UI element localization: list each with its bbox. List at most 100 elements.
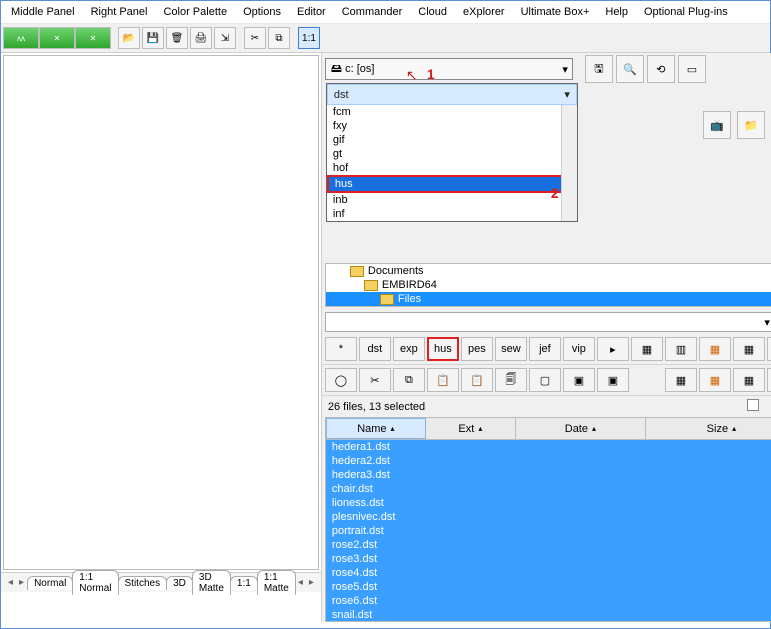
filter-all[interactable]: * <box>325 337 357 361</box>
stack-icon[interactable]: ▣ <box>597 368 629 392</box>
shape-icon[interactable]: ◯ <box>325 368 357 392</box>
stitch-tool-1[interactable]: ᴧᴧ <box>3 27 39 49</box>
filter-sew[interactable]: sew <box>495 337 527 361</box>
folder-button[interactable]: 📁 <box>737 111 765 139</box>
save-icon[interactable]: 💾 <box>142 27 164 49</box>
grid-icon-1[interactable]: ▦ <box>665 368 697 392</box>
column-size[interactable]: Size▴ <box>646 418 771 439</box>
view-icon-2[interactable]: ▥ <box>665 337 697 361</box>
file-list[interactable]: hedera1.dst hedera2.dst hedera3.dst chai… <box>325 440 771 622</box>
file-row[interactable]: plesnivec.dst <box>326 510 771 524</box>
tab-3d[interactable]: 3D <box>166 576 193 590</box>
menu-help[interactable]: Help <box>597 4 636 20</box>
dropdown-item[interactable]: fxy <box>327 119 577 133</box>
file-row[interactable]: rose2.dst <box>326 538 771 552</box>
file-row[interactable]: snail.dst <box>326 608 771 622</box>
grid-icon-3[interactable]: ▦ <box>733 368 765 392</box>
tab-scroll-right2[interactable]: ▸ <box>306 577 317 588</box>
stitch-tool-3[interactable]: ✕ <box>75 27 111 49</box>
stitch-tool-2[interactable]: ✕ <box>39 27 75 49</box>
tab-stitches[interactable]: Stitches <box>118 576 168 590</box>
column-ext[interactable]: Ext▴ <box>426 418 516 439</box>
delete-icon[interactable]: 🗑 <box>166 27 188 49</box>
clipboard-icon[interactable]: 📋 <box>461 368 493 392</box>
view-icon-5[interactable]: ▦ <box>767 337 771 361</box>
filter-dst[interactable]: dst <box>359 337 391 361</box>
dropdown-item[interactable]: fcm <box>327 105 577 119</box>
file-row[interactable]: hedera2.dst <box>326 454 771 468</box>
file-row[interactable]: hedera1.dst <box>326 440 771 454</box>
dropdown-selected[interactable]: dst ▾ <box>327 84 577 105</box>
card-button[interactable]: ▭ <box>678 55 706 83</box>
tab-scroll-left[interactable]: ◂ <box>5 577 16 588</box>
file-row[interactable]: rose5.dst <box>326 580 771 594</box>
menu-editor[interactable]: Editor <box>289 4 334 20</box>
windows-icon[interactable]: ▣ <box>563 368 595 392</box>
filter-jef[interactable]: jef <box>529 337 561 361</box>
tab-scroll-right[interactable]: ▸ <box>16 577 27 588</box>
cut-icon[interactable]: ✂ <box>359 368 391 392</box>
grid-icon-2[interactable]: ▦ <box>699 368 731 392</box>
export-icon[interactable]: ⇲ <box>214 27 236 49</box>
filetype-dropdown[interactable]: dst ▾ fcm fxy gif gt hof hus inb inf <box>326 83 578 222</box>
filter-hus[interactable]: hus <box>427 337 459 361</box>
print-icon[interactable]: 🖨 <box>190 27 212 49</box>
dropdown-item[interactable]: hof <box>327 161 577 175</box>
tab-1to1[interactable]: 1:1 <box>230 576 258 590</box>
window-icon[interactable]: ▢ <box>529 368 561 392</box>
menu-right-panel[interactable]: Right Panel <box>83 4 156 20</box>
file-row[interactable]: hedera3.dst <box>326 468 771 482</box>
filter-pes[interactable]: pes <box>461 337 493 361</box>
menu-ultimate-box[interactable]: Ultimate Box+ <box>513 4 598 20</box>
menu-middle-panel[interactable]: Middle Panel <box>3 4 83 20</box>
file-row[interactable]: rose6.dst <box>326 594 771 608</box>
filter-exp[interactable]: exp <box>393 337 425 361</box>
menu-options[interactable]: Options <box>235 4 289 20</box>
copy-icon[interactable]: ⧉ <box>393 368 425 392</box>
zoom-1to1-button[interactable]: 1:1 <box>298 27 320 49</box>
copy-icon[interactable]: ⧉ <box>268 27 290 49</box>
tab-normal[interactable]: Normal <box>27 576 73 590</box>
view-icon-4[interactable]: ▦ <box>733 337 765 361</box>
filter-vip[interactable]: vip <box>563 337 595 361</box>
file-row[interactable]: portrait.dst <box>326 524 771 538</box>
multi-copy-icon[interactable]: 🗐 <box>495 368 527 392</box>
tab-scroll-left2[interactable]: ◂ <box>295 577 306 588</box>
file-row[interactable]: lioness.dst <box>326 496 771 510</box>
filter-more[interactable]: ▸ <box>597 337 629 361</box>
path-combo[interactable]: ▾ <box>325 312 771 332</box>
dropdown-item[interactable]: gt <box>327 147 577 161</box>
column-name[interactable]: Name▴ <box>326 418 426 439</box>
view-icon-1[interactable]: ▦ <box>631 337 663 361</box>
paste-icon[interactable]: 📋 <box>427 368 459 392</box>
search-button[interactable]: 🔍 <box>616 55 644 83</box>
file-row[interactable]: chair.dst <box>326 482 771 496</box>
menu-optional-plugins[interactable]: Optional Plug-ins <box>636 4 736 20</box>
drive-combo[interactable]: 🖴 c: [os] ▾ <box>325 58 573 80</box>
status-text: 26 files, 13 selected <box>328 401 425 413</box>
menu-color-palette[interactable]: Color Palette <box>155 4 235 20</box>
checkbox-1[interactable] <box>747 399 759 411</box>
menu-commander[interactable]: Commander <box>334 4 411 20</box>
dropdown-item[interactable]: gif <box>327 133 577 147</box>
open-icon[interactable]: 📂 <box>118 27 140 49</box>
view-icon-3[interactable]: ▦ <box>699 337 731 361</box>
column-date[interactable]: Date▴ <box>516 418 646 439</box>
refresh-button[interactable]: ⟲ <box>647 55 675 83</box>
device-button[interactable]: 📺 <box>703 111 731 139</box>
dropdown-scrollbar[interactable] <box>561 105 577 221</box>
folder-tree[interactable]: Documents EMBIRD64 Files <box>325 263 771 307</box>
menu-explorer[interactable]: eXplorer <box>455 4 513 20</box>
disk-button[interactable]: 🖫 <box>585 55 613 83</box>
tree-node-embird[interactable]: EMBIRD64 <box>326 278 771 292</box>
dropdown-item[interactable]: inb <box>327 193 577 207</box>
file-row[interactable]: rose3.dst <box>326 552 771 566</box>
tree-node-documents[interactable]: Documents <box>326 264 771 278</box>
dropdown-item[interactable]: inf <box>327 207 577 221</box>
cut-icon[interactable]: ✂ <box>244 27 266 49</box>
menu-cloud[interactable]: Cloud <box>410 4 455 20</box>
tree-node-files[interactable]: Files <box>326 292 771 306</box>
grid-icon-4[interactable]: ▦ <box>767 368 771 392</box>
dropdown-item-highlighted[interactable]: hus <box>327 175 577 193</box>
file-row[interactable]: rose4.dst <box>326 566 771 580</box>
